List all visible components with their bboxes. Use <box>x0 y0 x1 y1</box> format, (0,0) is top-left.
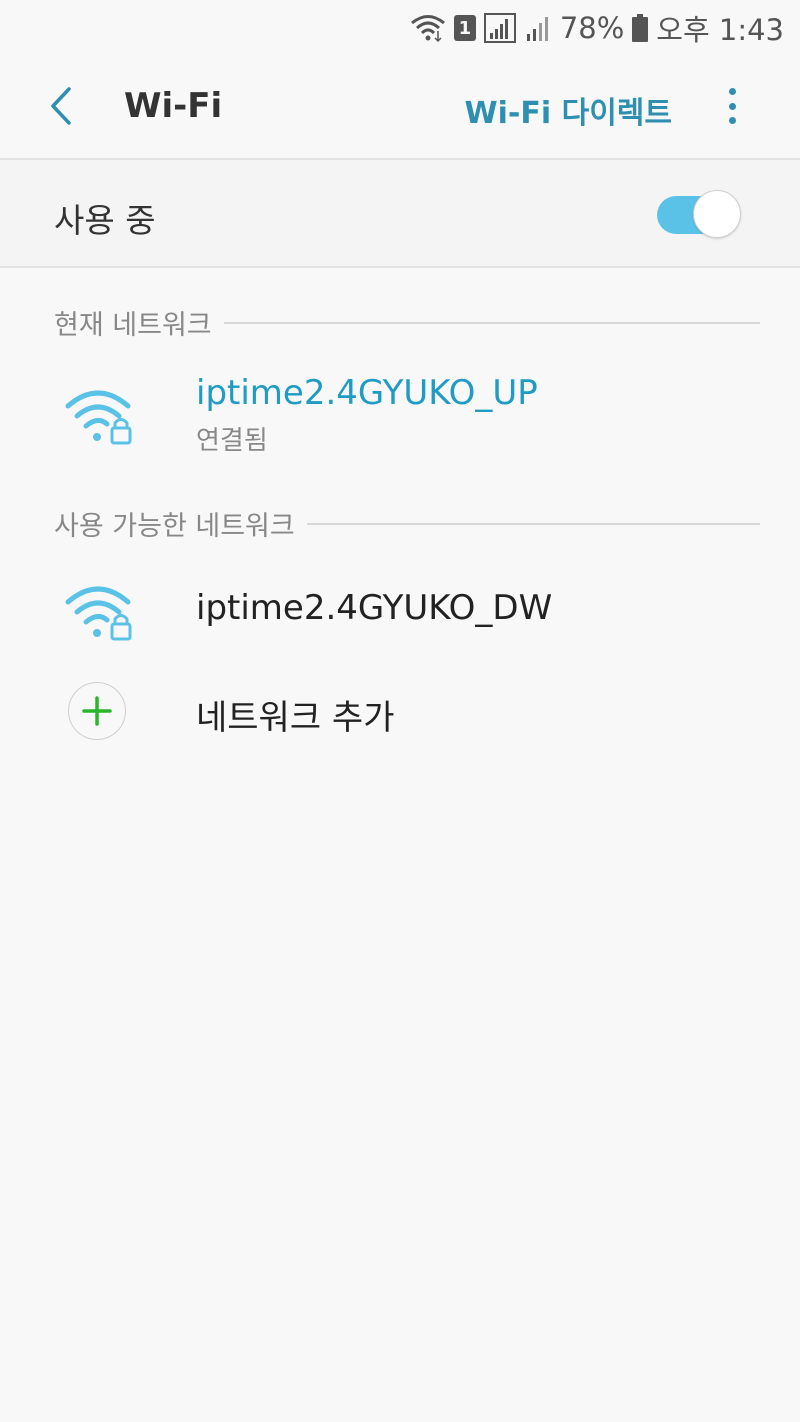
wifi-status-icon <box>410 13 446 43</box>
back-button[interactable] <box>40 84 84 128</box>
clock: 오후 1:43 <box>656 13 784 47</box>
back-arrow-icon <box>51 87 71 125</box>
add-network-label: 네트워크 추가 <box>196 698 395 738</box>
plus-icon <box>82 696 112 726</box>
network-name: iptime2.4GYUKO_DW <box>196 588 553 628</box>
more-options-button[interactable] <box>716 84 748 128</box>
section-divider <box>306 522 760 525</box>
master-switch-label: 사용 중 <box>54 201 156 240</box>
network-status: 연결됨 <box>196 426 268 456</box>
section-label: 현재 네트워크 <box>54 310 212 341</box>
network-item[interactable]: iptime2.4GYUKO_DW <box>0 560 800 660</box>
wifi-locked-icon <box>65 390 132 445</box>
signal-icon-sim1 <box>483 13 518 43</box>
toggle-knob <box>693 190 741 238</box>
more-dot-icon <box>728 117 736 124</box>
network-name: iptime2.4GYUKO_UP <box>196 373 538 413</box>
network-item-connected[interactable]: iptime2.4GYUKO_UP 연결됨 <box>0 360 800 470</box>
wifi-locked-icon <box>65 586 132 641</box>
more-dot-icon <box>728 88 736 95</box>
app-header: Wi-Fi Wi-Fi 다이렉트 <box>0 56 800 158</box>
wifi-toggle[interactable] <box>657 190 741 238</box>
section-header-available: 사용 가능한 네트워크 <box>54 504 760 543</box>
sim-badge: 1 <box>453 15 476 41</box>
add-icon <box>68 682 126 740</box>
section-divider <box>223 321 760 324</box>
status-bar: 1 78% 오후 1:43 <box>0 0 800 56</box>
signal-icon-sim2 <box>526 14 552 42</box>
wifi-master-switch-row[interactable]: 사용 중 <box>0 160 800 268</box>
section-header-current: 현재 네트워크 <box>54 303 760 342</box>
page-title: Wi-Fi <box>124 86 223 126</box>
add-network-row[interactable]: 네트워크 추가 <box>0 664 800 760</box>
section-label: 사용 가능한 네트워크 <box>54 511 295 542</box>
battery-percent: 78% <box>559 11 625 45</box>
wifi-direct-button[interactable]: Wi-Fi 다이렉트 <box>465 88 672 132</box>
more-dot-icon <box>728 102 736 110</box>
battery-icon <box>632 14 649 42</box>
